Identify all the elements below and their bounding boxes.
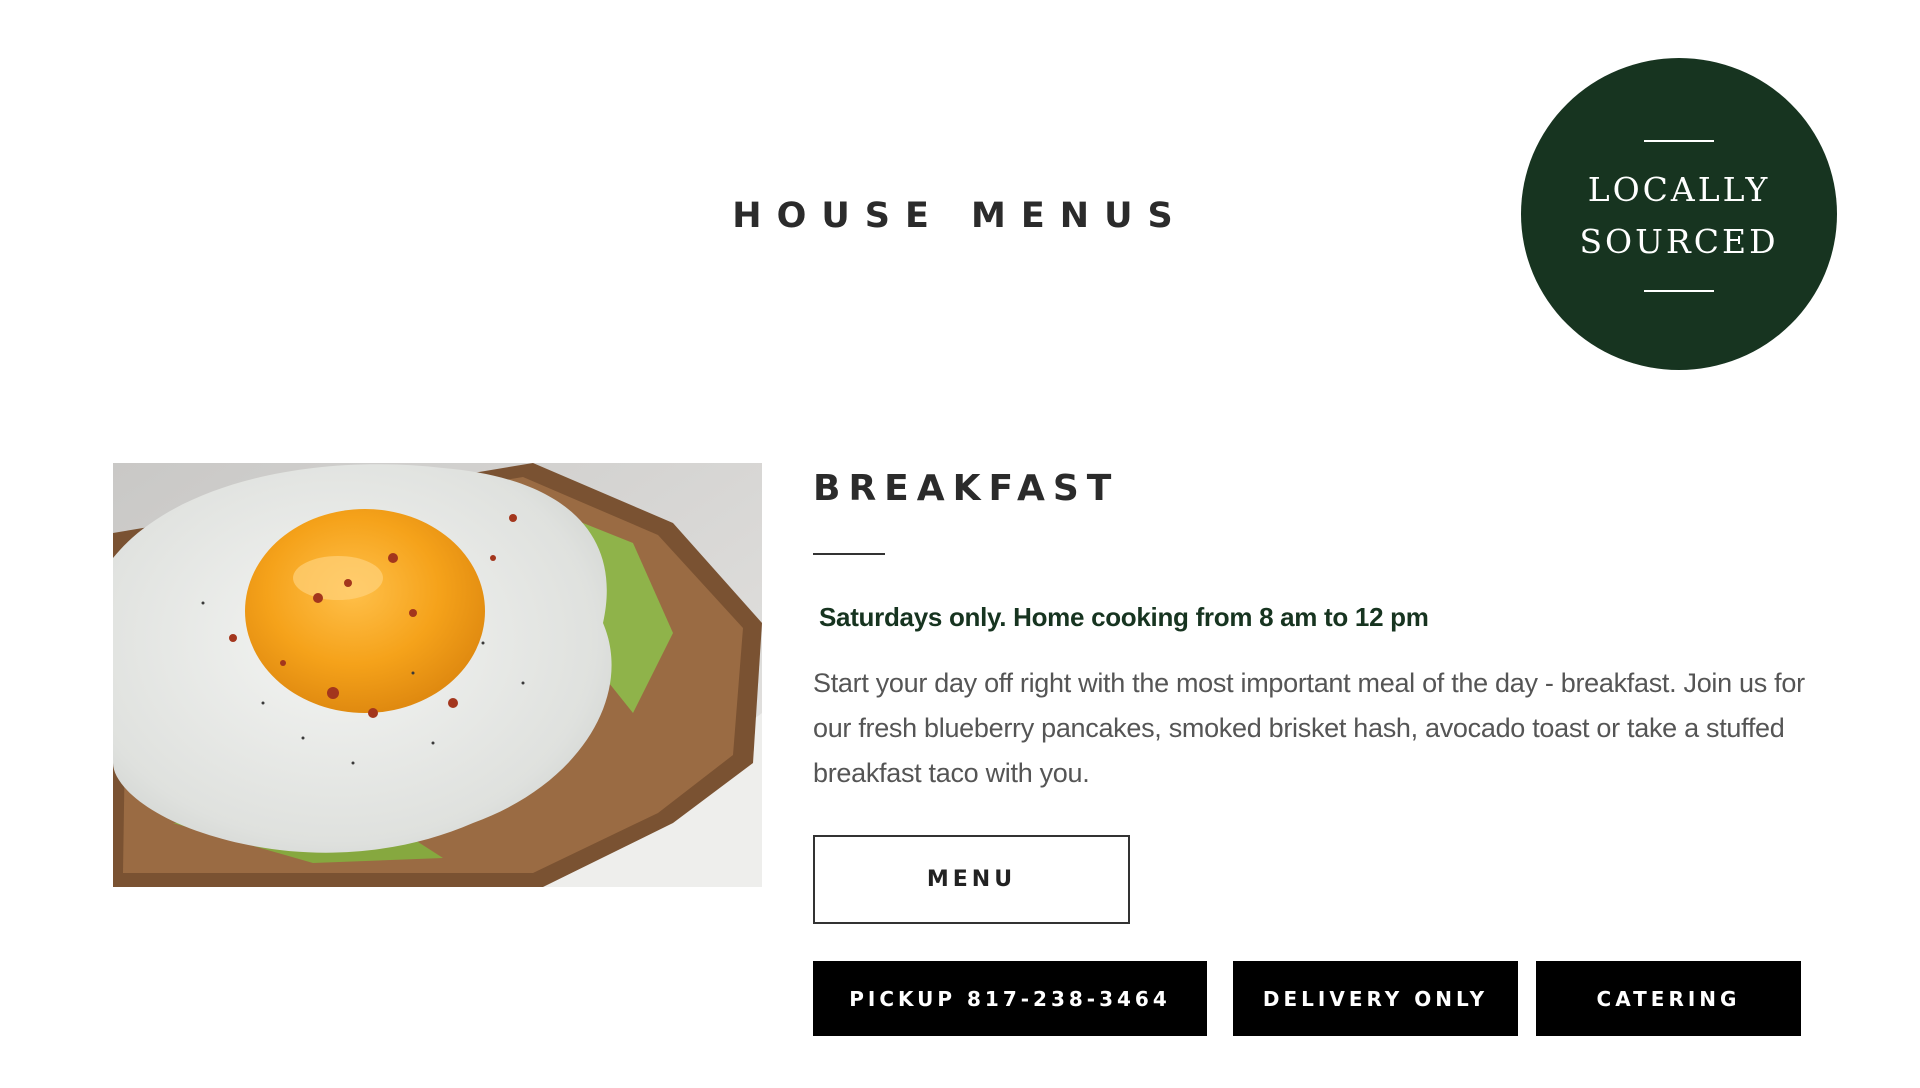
menu-button[interactable]: MENU [813,835,1130,924]
badge-line-1: LOCALLY [1587,170,1771,209]
breakfast-photo [113,463,762,887]
badge-line-2: SOURCED [1579,222,1779,261]
section-title: BREAKFAST [813,468,1120,509]
catering-button[interactable]: CATERING [1536,961,1801,1036]
delivery-only-button[interactable]: DELIVERY ONLY [1233,961,1518,1036]
badge-bottom-divider [1644,290,1714,292]
badge-top-divider [1644,140,1714,142]
section-description: Start your day off right with the most i… [813,668,1805,788]
badge-text: LOCALLY SOURCED [1521,164,1837,268]
section-divider [813,553,885,555]
section-subtitle: Saturdays only. Home cooking from 8 am t… [819,602,1429,632]
locally-sourced-badge: LOCALLY SOURCED [1521,58,1837,370]
egg-toast-image [113,463,762,887]
pickup-button[interactable]: PICKUP 817-238-3464 [813,961,1207,1036]
